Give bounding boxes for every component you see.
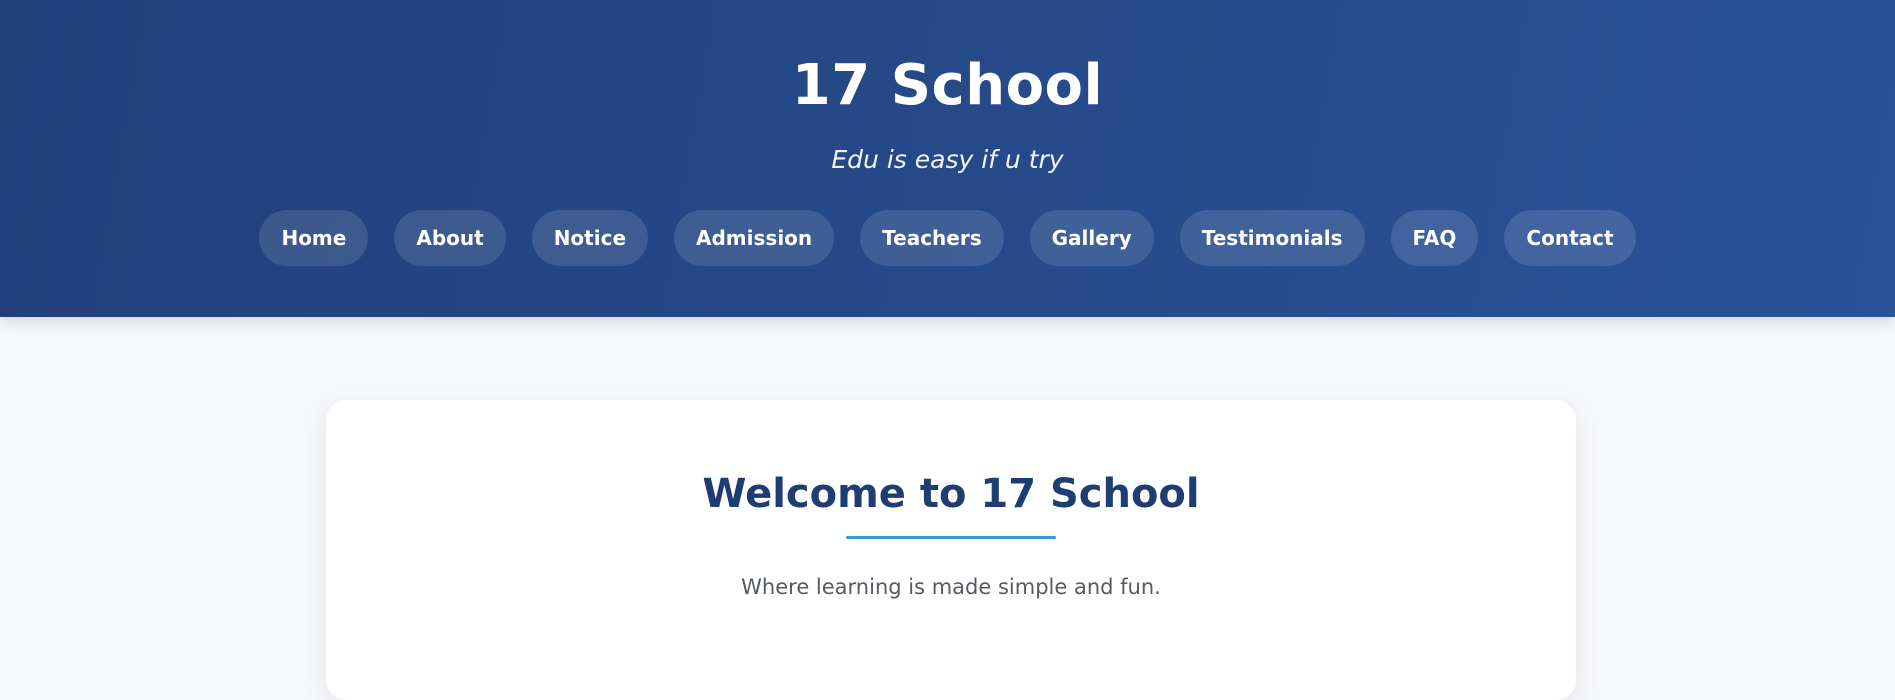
nav-item-teachers[interactable]: Teachers xyxy=(860,210,1004,266)
nav-item-notice[interactable]: Notice xyxy=(531,210,649,266)
nav-item-admission[interactable]: Admission xyxy=(674,210,835,266)
site-tagline: Edu is easy if u try xyxy=(831,145,1064,174)
welcome-card: Welcome to 17 School Where learning is m… xyxy=(326,400,1576,700)
nav-item-about[interactable]: About xyxy=(394,210,506,266)
main-nav: Home About Notice Admission Teachers Gal… xyxy=(0,210,1895,266)
site-header: 17 School Edu is easy if u try Home Abou… xyxy=(0,0,1895,317)
site-title: 17 School xyxy=(791,53,1104,118)
welcome-text: Where learning is made simple and fun. xyxy=(741,575,1161,599)
nav-item-home[interactable]: Home xyxy=(259,210,369,266)
nav-item-testimonials[interactable]: Testimonials xyxy=(1179,210,1365,266)
nav-item-contact[interactable]: Contact xyxy=(1504,210,1636,266)
nav-item-gallery[interactable]: Gallery xyxy=(1029,210,1154,266)
heading-underline xyxy=(846,536,1056,539)
nav-item-faq[interactable]: FAQ xyxy=(1390,210,1479,266)
welcome-heading: Welcome to 17 School xyxy=(702,471,1200,517)
